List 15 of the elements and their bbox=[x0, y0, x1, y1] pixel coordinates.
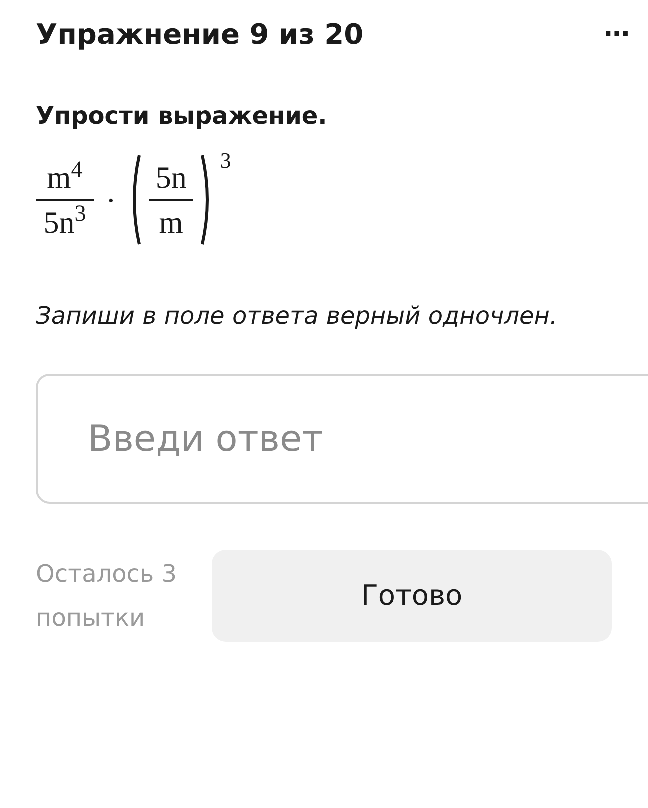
fraction-numerator: m$^{4}$ bbox=[46, 162, 84, 194]
instruction-text: Упрости выражение. bbox=[36, 101, 328, 132]
fraction-denominator: 5n$^{3}$ bbox=[42, 206, 88, 238]
answer-field[interactable]: Введи ответ bbox=[36, 374, 648, 504]
fraction-numerator: 5n bbox=[154, 162, 188, 194]
parenthesis-icon bbox=[201, 154, 210, 246]
attempts-text: Осталось 3 попытки bbox=[36, 559, 178, 634]
parenthesis-icon bbox=[132, 154, 142, 246]
exercise-title: Упражнение 9 из 20 bbox=[36, 17, 364, 53]
fraction-denominator: m bbox=[158, 206, 184, 238]
menu-button[interactable]: ⋯ bbox=[600, 22, 634, 48]
exponent-text: 3 bbox=[220, 150, 232, 172]
done-button[interactable]: Готово bbox=[212, 550, 612, 642]
operator-text: · bbox=[106, 184, 116, 216]
hint-text: Запиши в поле ответа верный одночлен. bbox=[36, 301, 559, 332]
